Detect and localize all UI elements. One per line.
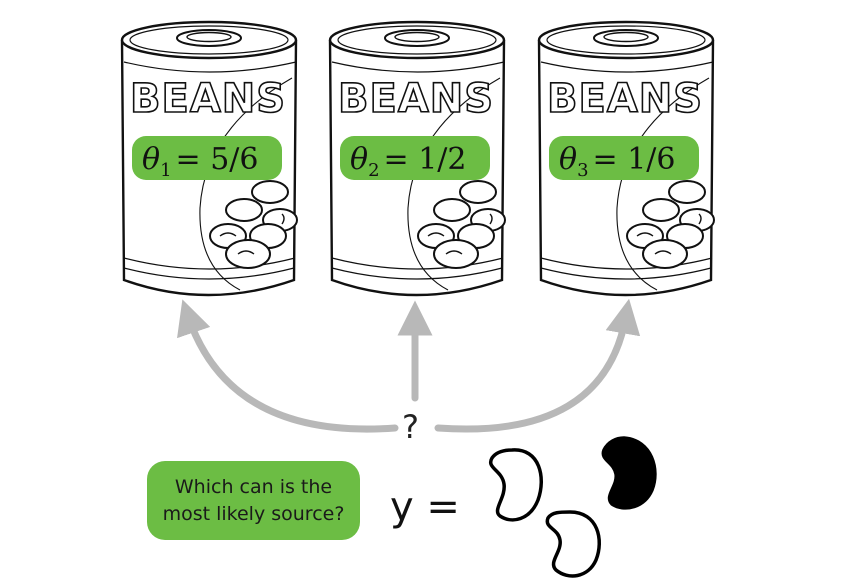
arrow-to-can-3 [434,298,641,433]
can-2-theta-value: θ2 = 1/2 [350,142,466,181]
black-bean-icon [601,436,657,510]
question-text: Which can is the most likely source? [162,475,345,525]
can-3: BEANS θ3 = 1/6 [537,20,715,297]
white-bean-1-icon [488,448,543,522]
can-1-brand: BEANS [130,76,286,122]
bean-can-diagram: BEANS θ1 = 5/6 BEANS θ2 = 1/2 BEANS θ3 =… [120,20,715,578]
can-2-brand: BEANS [338,76,494,122]
white-bean-2-icon [545,510,601,578]
can-1-theta-value: θ1 = 5/6 [142,142,258,181]
can-3-brand: BEANS [547,76,703,122]
arrow-to-can-1 [177,299,399,433]
observation-label: y = [390,484,460,530]
can-3-theta-value: θ3 = 1/6 [559,142,675,181]
can-2: BEANS θ2 = 1/2 [328,20,506,297]
question-mark: ? [402,408,419,446]
can-1: BEANS θ1 = 5/6 [120,20,298,297]
question-box: Which can is the most likely source? [147,461,360,540]
